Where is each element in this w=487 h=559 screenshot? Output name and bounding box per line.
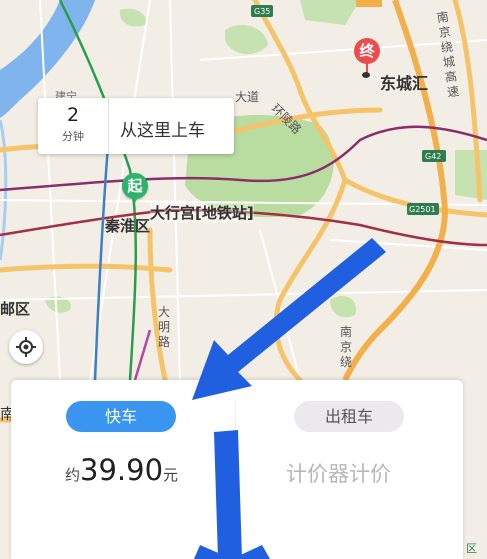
fare-value: 39.90	[80, 453, 164, 487]
eta-minutes: 2	[66, 104, 80, 126]
end-marker-dot	[362, 72, 370, 78]
tab-taxi[interactable]: 出租车	[294, 401, 404, 432]
locate-button[interactable]	[9, 330, 43, 364]
g42-shield: G42	[425, 152, 441, 161]
g2501-shield: G2501	[409, 205, 436, 214]
tab-express[interactable]: 快车	[66, 401, 176, 432]
g35-shield: G35	[254, 7, 270, 16]
map-label-dongcheng: 东城汇	[380, 74, 429, 93]
crosshair-icon	[16, 337, 36, 357]
start-marker[interactable]: 起	[122, 173, 148, 203]
panel-divider	[235, 398, 236, 498]
ride-options-panel: 快车 出租车 约39.90元 计价器计价	[11, 380, 463, 559]
map-label-edge: 区	[466, 542, 477, 555]
taxi-meter-text: 计价器计价	[286, 462, 391, 486]
end-marker[interactable]: 终	[354, 38, 380, 64]
board-here-label: 从这里上车	[120, 121, 205, 141]
fare-prefix: 约	[65, 466, 81, 484]
fare-unit: 元	[163, 466, 179, 484]
map-label-youqu: 邮区	[0, 300, 31, 318]
map-label-daxinggong: 大行宫[地铁站]	[150, 202, 254, 223]
fare-estimate: 约39.90元	[65, 453, 178, 487]
map-label-qinhuai: 秦淮区	[105, 217, 151, 235]
map-label-dadao: 大道	[235, 90, 260, 104]
eta-box: 2 分钟	[38, 98, 109, 154]
eta-unit: 分钟	[62, 130, 84, 143]
map-label-nanjingrao-bottom: 南京绕	[340, 325, 353, 369]
map-label-daming: 大明路	[158, 305, 171, 349]
pickup-bubble[interactable]: 2 分钟 从这里上车	[38, 98, 234, 154]
